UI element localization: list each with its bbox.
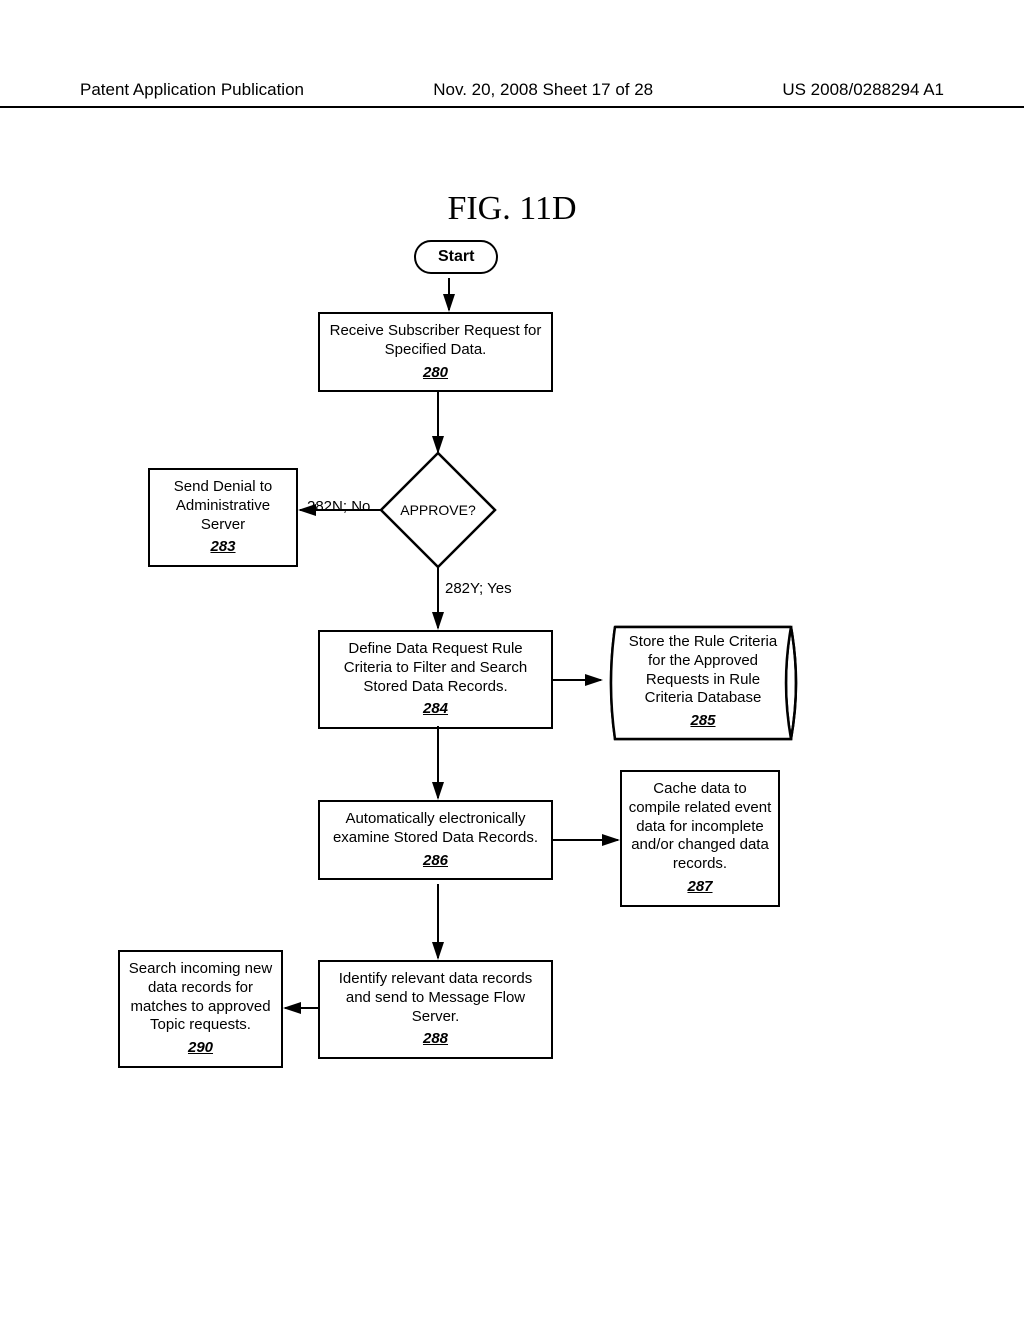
step-290-ref: 290: [126, 1039, 275, 1058]
step-290: Search incoming new data records for mat…: [118, 950, 283, 1068]
step-283-text: Send Denial to Administrative Server: [174, 478, 272, 533]
step-283-ref: 283: [156, 538, 290, 557]
step-290-text: Search incoming new data records for mat…: [129, 960, 272, 1033]
step-286-text: Automatically electronically examine Sto…: [333, 810, 538, 846]
step-286: Automatically electronically examine Sto…: [318, 800, 553, 880]
step-288-text: Identify relevant data records and send …: [339, 970, 532, 1025]
db-285-ref: 285: [623, 712, 783, 731]
flowchart: Start Receive Subscriber Request for Spe…: [0, 0, 1024, 1320]
step-280-ref: 280: [326, 364, 545, 383]
step-280: Receive Subscriber Request for Specified…: [318, 312, 553, 392]
step-288: Identify relevant data records and send …: [318, 960, 553, 1059]
decision-label: APPROVE?: [378, 450, 498, 570]
db-285-text: Store the Rule Criteria for the Approved…: [629, 633, 777, 706]
start-label: Start: [438, 248, 474, 265]
step-287-text: Cache data to compile related event data…: [629, 780, 772, 872]
step-284: Define Data Request Rule Criteria to Fil…: [318, 630, 553, 729]
step-288-ref: 288: [326, 1030, 545, 1049]
db-285: Store the Rule Criteria for the Approved…: [603, 615, 803, 751]
step-287: Cache data to compile related event data…: [620, 770, 780, 907]
step-283: Send Denial to Administrative Server 283: [148, 468, 298, 567]
start-terminator: Start: [414, 240, 498, 274]
step-280-text: Receive Subscriber Request for Specified…: [330, 322, 542, 358]
edge-no-label: 282N; No: [307, 498, 370, 515]
step-286-ref: 286: [326, 852, 545, 871]
edge-yes-label: 282Y; Yes: [445, 580, 512, 597]
step-287-ref: 287: [628, 878, 772, 897]
step-284-ref: 284: [326, 700, 545, 719]
decision-approve: APPROVE?: [378, 450, 498, 570]
step-284-text: Define Data Request Rule Criteria to Fil…: [344, 640, 527, 695]
